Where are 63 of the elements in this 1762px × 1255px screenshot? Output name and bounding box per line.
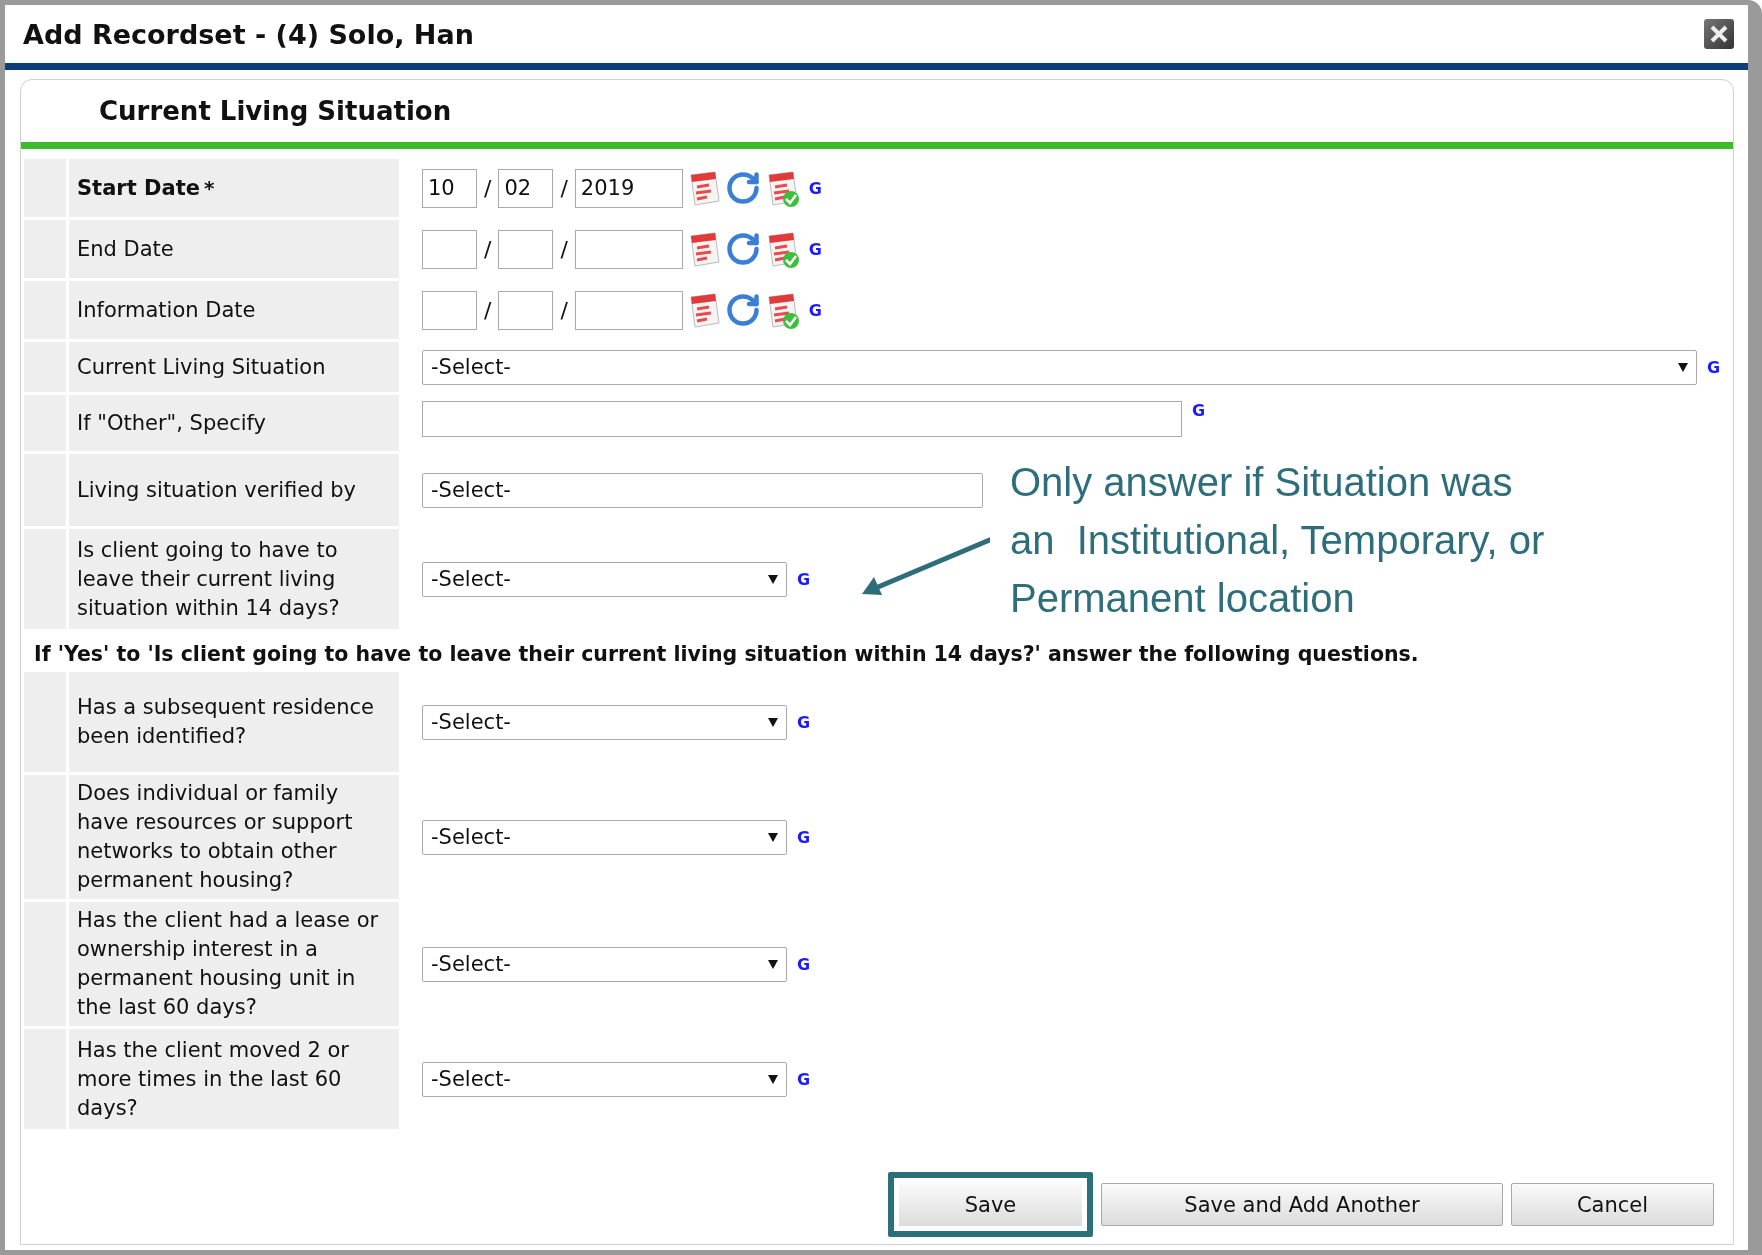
dropdown[interactable]: -Select- [422,349,1697,385]
annotation-text: Only answer if Situation was an Institutional, Temporary, or Permanent location [1010,459,1546,622]
dropdown-caret-icon [768,717,778,727]
year-field[interactable] [574,229,683,269]
field-label: Has the client moved 2 or more times in the last 60 days? [77,1036,350,1122]
window-title: Add Recordset - (4) Solo, Han [23,18,474,50]
field-label: Has a subsequent residence been identified? [77,694,375,750]
date-separator: / [484,297,492,323]
field-label: If "Other", Specify [77,409,266,437]
help-link[interactable]: G [808,178,822,198]
year-field[interactable]: 2019 [574,168,683,208]
field-label: Start Date [77,174,200,202]
form-button[interactable]: Cancel [1511,1183,1714,1226]
field-label: Has the client had a lease or ownership interest in a permanent housing unit in the last 60 days? [77,907,380,1021]
help-link[interactable]: G [1707,357,1721,377]
dropdown-caret-icon [768,574,778,584]
day-field[interactable] [498,229,554,269]
field-label: Is client going to have to leave their current living situation within 14 days? [77,536,341,622]
year-field[interactable] [574,290,683,330]
day-field[interactable] [498,290,554,330]
dropdown[interactable]: -Select- [422,704,787,740]
close-icon [1708,23,1730,45]
month-field[interactable]: 10 [422,168,477,208]
help-link[interactable]: G [1192,401,1206,420]
conditional-note: If 'Yes' to 'Is client going to have to leave their current living situation within 14 days?' answer the following questions. [34,642,1419,666]
close-button[interactable] [1704,19,1734,49]
refresh-icon[interactable] [724,170,761,206]
required-mark: * [203,176,215,200]
help-link[interactable]: G [797,712,811,732]
form-button[interactable]: Save [888,1172,1093,1237]
field-label: Does individual or family have resources or support networks to obtain other permanent housing? [77,780,354,894]
section-title: Current Living Situation [99,96,452,126]
date-separator: / [484,175,492,201]
help-link[interactable]: G [797,954,811,974]
dropdown[interactable]: -Select- [422,472,983,508]
dropdown-caret-icon [768,1074,778,1084]
field-label: Living situation verified by [77,476,356,504]
field-label: Current Living Situation [77,353,326,381]
date-separator: / [560,236,568,262]
field-label: End Date [77,235,174,263]
refresh-icon[interactable] [724,292,761,328]
date-separator: / [484,236,492,262]
dropdown[interactable]: -Select- [422,561,787,597]
dropdown[interactable]: -Select- [422,819,787,855]
dropdown[interactable]: -Select- [422,946,787,982]
dropdown-caret-icon [1678,362,1688,372]
help-link[interactable]: G [797,569,811,589]
refresh-icon[interactable] [724,231,761,267]
help-link[interactable]: G [797,1069,811,1089]
day-field[interactable]: 02 [498,168,554,208]
date-separator: / [560,175,568,201]
dropdown[interactable]: -Select- [422,1061,787,1097]
date-separator: / [560,297,568,323]
text-field[interactable] [422,401,1182,437]
field-label: Information Date [77,296,256,324]
form-button[interactable]: Save and Add Another [1101,1183,1503,1226]
month-field[interactable] [422,290,477,330]
month-field[interactable] [422,229,477,269]
dropdown-caret-icon [768,959,778,969]
dropdown-caret-icon [768,832,778,842]
help-link[interactable]: G [808,239,822,259]
help-link[interactable]: G [808,300,822,320]
help-link[interactable]: G [797,827,811,847]
